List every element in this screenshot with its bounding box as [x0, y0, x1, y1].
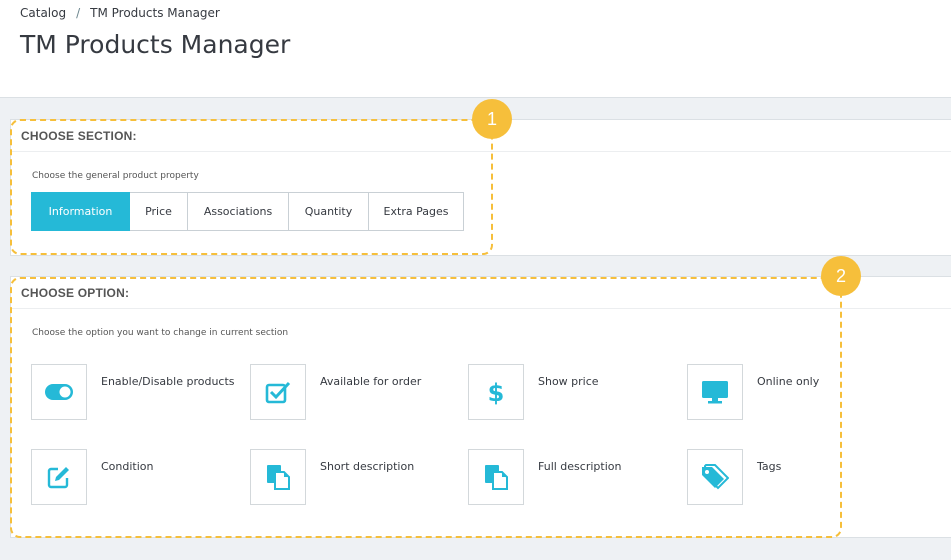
- callout-badge-2: 2: [821, 256, 861, 296]
- dollar-icon: $: [488, 379, 505, 406]
- option-enable-disable-products[interactable]: Enable/Disable products: [31, 364, 235, 420]
- option-label: Tags: [757, 460, 782, 473]
- section-button-group: Information Price Associations Quantity …: [31, 192, 464, 231]
- option-online-only[interactable]: Online only: [687, 364, 819, 420]
- choose-option-heading: CHOOSE OPTION:: [11, 277, 951, 309]
- option-available-for-order[interactable]: Available for order: [250, 364, 421, 420]
- page-title: TM Products Manager: [20, 30, 291, 59]
- option-icon-box[interactable]: [687, 364, 743, 420]
- document-icon: [267, 465, 290, 490]
- option-condition[interactable]: Condition: [31, 449, 154, 505]
- choose-section-panel: CHOOSE SECTION: Choose the general produ…: [10, 119, 951, 256]
- section-quantity-button[interactable]: Quantity: [289, 192, 369, 231]
- option-short-description[interactable]: Short description: [250, 449, 414, 505]
- tags-icon: [702, 464, 729, 490]
- checkbox-icon: [265, 381, 291, 404]
- breadcrumb-separator: /: [76, 6, 81, 20]
- option-show-price[interactable]: $ Show price: [468, 364, 599, 420]
- option-label: Condition: [101, 460, 154, 473]
- callout-badge-1: 1: [472, 99, 512, 139]
- option-label: Short description: [320, 460, 415, 473]
- section-information-button[interactable]: Information: [31, 192, 130, 231]
- document-icon: [485, 465, 508, 490]
- option-label: Full description: [538, 460, 622, 473]
- option-tags[interactable]: Tags: [687, 449, 781, 505]
- breadcrumb: Catalog / TM Products Manager: [20, 6, 220, 20]
- toggle-icon: [45, 384, 73, 400]
- option-icon-box[interactable]: [31, 449, 87, 505]
- option-full-description[interactable]: Full description: [468, 449, 621, 505]
- page-header: Catalog / TM Products Manager TM Product…: [0, 0, 951, 98]
- choose-section-hint: Choose the general product property: [32, 171, 199, 181]
- svg-text:$: $: [488, 379, 505, 406]
- edit-icon: [47, 467, 69, 489]
- option-icon-box[interactable]: [468, 449, 524, 505]
- option-icon-box[interactable]: [250, 449, 306, 505]
- monitor-icon: [702, 381, 728, 404]
- section-extra-pages-button[interactable]: Extra Pages: [369, 192, 464, 231]
- section-associations-button[interactable]: Associations: [188, 192, 289, 231]
- option-icon-box[interactable]: [250, 364, 306, 420]
- option-label: Available for order: [320, 375, 422, 388]
- option-icon-box[interactable]: $: [468, 364, 524, 420]
- breadcrumb-current: TM Products Manager: [90, 6, 220, 20]
- section-price-button[interactable]: Price: [130, 192, 188, 231]
- option-icon-box[interactable]: [31, 364, 87, 420]
- option-icon-box[interactable]: [687, 449, 743, 505]
- breadcrumb-catalog-link[interactable]: Catalog: [20, 6, 66, 20]
- option-label: Enable/Disable products: [101, 375, 235, 388]
- option-label: Show price: [538, 375, 599, 388]
- option-label: Online only: [757, 375, 820, 388]
- choose-option-hint: Choose the option you want to change in …: [32, 328, 289, 338]
